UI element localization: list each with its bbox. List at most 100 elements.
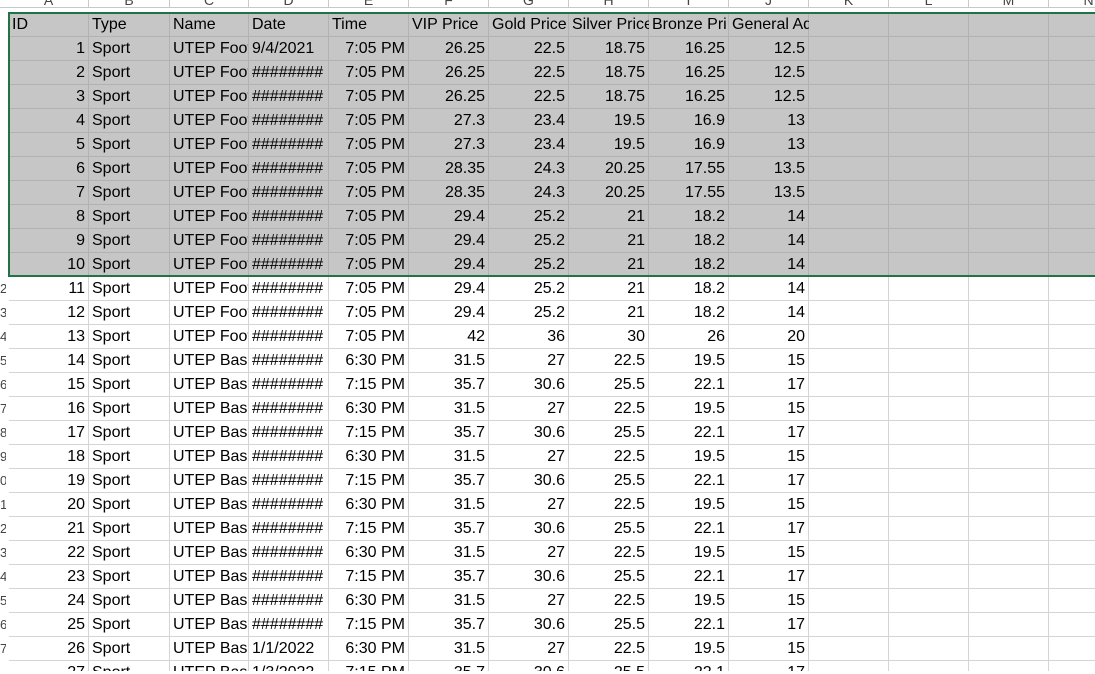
row-number-stub[interactable]: 3 [0, 541, 6, 565]
empty-cell[interactable] [969, 85, 1049, 109]
table-cell[interactable]: 9 [9, 229, 89, 253]
empty-cell[interactable] [889, 133, 969, 157]
empty-cell[interactable] [889, 613, 969, 637]
empty-cell[interactable] [969, 373, 1049, 397]
empty-cell[interactable] [889, 469, 969, 493]
table-cell[interactable]: 7:05 PM [329, 229, 409, 253]
header-cell[interactable]: Name [170, 13, 249, 37]
table-cell[interactable]: 18.2 [649, 229, 729, 253]
table-cell[interactable]: 12.5 [729, 85, 809, 109]
empty-cell[interactable] [1049, 325, 1095, 349]
header-cell[interactable]: Type [89, 13, 170, 37]
table-cell[interactable]: Sport [89, 85, 170, 109]
empty-cell[interactable] [809, 133, 889, 157]
empty-cell[interactable] [889, 421, 969, 445]
table-cell[interactable]: 1 [9, 37, 89, 61]
empty-cell[interactable] [1049, 61, 1095, 85]
table-cell[interactable]: UTEP Bask [170, 349, 249, 373]
table-cell[interactable]: 26.25 [409, 37, 489, 61]
table-cell[interactable]: ######## [249, 493, 329, 517]
table-cell[interactable]: 14 [729, 253, 809, 277]
table-cell[interactable]: Sport [89, 37, 170, 61]
table-cell[interactable]: 19.5 [649, 397, 729, 421]
table-cell[interactable]: 31.5 [409, 637, 489, 661]
table-cell[interactable]: ######## [249, 421, 329, 445]
column-header-a[interactable]: A [9, 0, 89, 7]
table-cell[interactable]: 15 [729, 589, 809, 613]
table-cell[interactable]: 7:15 PM [329, 421, 409, 445]
empty-cell[interactable] [889, 589, 969, 613]
table-cell[interactable]: UTEP Bask [170, 397, 249, 421]
table-cell[interactable]: 12 [9, 301, 89, 325]
table-cell[interactable]: 8 [9, 205, 89, 229]
row-number-stub[interactable]: 2 [0, 517, 6, 541]
table-cell[interactable]: UTEP Bask [170, 589, 249, 613]
row-number-stub[interactable]: 1 [0, 493, 6, 517]
table-cell[interactable]: 18.75 [569, 85, 649, 109]
empty-cell[interactable] [809, 397, 889, 421]
table-cell[interactable]: ######## [249, 397, 329, 421]
table-cell[interactable]: 6:30 PM [329, 541, 409, 565]
empty-cell[interactable] [809, 541, 889, 565]
empty-cell[interactable] [809, 493, 889, 517]
table-cell[interactable]: Sport [89, 493, 170, 517]
table-cell[interactable]: 27 [489, 445, 569, 469]
table-cell[interactable]: 30.6 [489, 373, 569, 397]
table-cell[interactable]: 21 [9, 517, 89, 541]
table-cell[interactable]: 25.5 [569, 517, 649, 541]
empty-cell[interactable] [969, 493, 1049, 517]
table-cell[interactable]: Sport [89, 373, 170, 397]
empty-cell[interactable] [889, 637, 969, 661]
table-cell[interactable]: UTEP Bask [170, 541, 249, 565]
table-cell[interactable]: Sport [89, 613, 170, 637]
table-cell[interactable]: 17.55 [649, 157, 729, 181]
table-cell[interactable]: 31.5 [409, 589, 489, 613]
table-cell[interactable]: Sport [89, 565, 170, 589]
table-cell[interactable]: 25 [9, 613, 89, 637]
empty-cell[interactable] [809, 445, 889, 469]
table-cell[interactable]: Sport [89, 421, 170, 445]
table-cell[interactable]: 12.5 [729, 61, 809, 85]
table-cell[interactable]: 35.7 [409, 373, 489, 397]
table-cell[interactable]: ######## [249, 205, 329, 229]
table-cell[interactable]: ######## [249, 277, 329, 301]
table-cell[interactable]: Sport [89, 277, 170, 301]
table-cell[interactable]: 29.4 [409, 301, 489, 325]
table-cell[interactable]: Sport [89, 637, 170, 661]
table-cell[interactable]: 17 [729, 565, 809, 589]
column-header-h[interactable]: H [569, 0, 649, 7]
table-cell[interactable]: UTEP Bask [170, 445, 249, 469]
table-cell[interactable]: Sport [89, 349, 170, 373]
table-cell[interactable]: Sport [89, 109, 170, 133]
table-cell[interactable]: Sport [89, 589, 170, 613]
table-cell[interactable]: 20.25 [569, 157, 649, 181]
table-cell[interactable]: 7:15 PM [329, 373, 409, 397]
table-cell[interactable]: 13.5 [729, 157, 809, 181]
empty-cell[interactable] [889, 397, 969, 421]
table-cell[interactable]: Sport [89, 181, 170, 205]
empty-cell[interactable] [809, 565, 889, 589]
empty-cell[interactable] [809, 181, 889, 205]
table-cell[interactable]: 22.5 [569, 445, 649, 469]
table-cell[interactable]: 15 [729, 397, 809, 421]
table-cell[interactable]: 30.6 [489, 421, 569, 445]
column-header-l[interactable]: L [889, 0, 969, 7]
table-cell[interactable]: 29.4 [409, 277, 489, 301]
empty-cell[interactable] [969, 229, 1049, 253]
table-cell[interactable]: 28.35 [409, 157, 489, 181]
empty-cell[interactable] [969, 541, 1049, 565]
table-cell[interactable]: 26 [649, 325, 729, 349]
table-cell[interactable]: ######## [249, 565, 329, 589]
empty-cell[interactable] [889, 301, 969, 325]
empty-cell[interactable] [1049, 13, 1095, 37]
table-cell[interactable]: 7:05 PM [329, 253, 409, 277]
table-cell[interactable]: 21 [569, 253, 649, 277]
row-number-stub[interactable]: 3 [0, 301, 6, 325]
table-cell[interactable]: 25.5 [569, 613, 649, 637]
table-cell[interactable]: 27 [489, 637, 569, 661]
table-cell[interactable]: 22.5 [569, 493, 649, 517]
table-cell[interactable]: 21 [569, 229, 649, 253]
table-cell[interactable]: UTEP Foot [170, 85, 249, 109]
empty-cell[interactable] [1049, 373, 1095, 397]
table-cell[interactable]: 7:05 PM [329, 325, 409, 349]
